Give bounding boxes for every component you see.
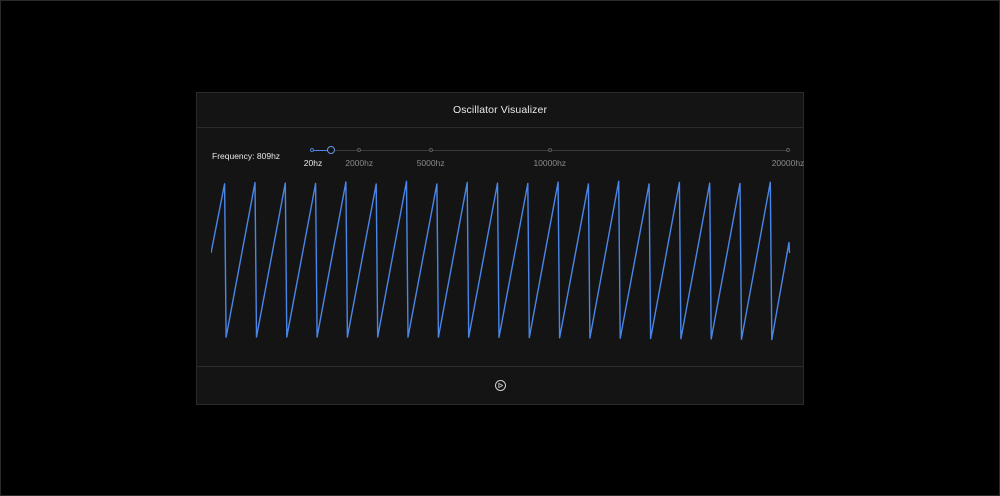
- slider-tick-label: 2000hz: [345, 158, 374, 168]
- waveform-svg: [210, 180, 791, 341]
- play-icon: [497, 383, 503, 388]
- screen: Oscillator Visualizer Frequency: 809hz 2…: [0, 0, 1000, 496]
- slider-tick-label: 5000hz: [416, 158, 445, 168]
- play-button[interactable]: [494, 380, 506, 391]
- oscillator-panel: Oscillator Visualizer Frequency: 809hz 2…: [196, 92, 804, 405]
- waveform-display: [210, 175, 793, 347]
- slider-thumb[interactable]: [326, 146, 335, 154]
- slider-tick-label: 20hz: [303, 158, 323, 168]
- slider-tick-label: 10000hz: [533, 158, 567, 168]
- slider-tick[interactable]: [357, 148, 362, 152]
- panel-footer: [197, 366, 803, 404]
- slider-tick[interactable]: [547, 148, 552, 152]
- waveform-line: [210, 180, 791, 341]
- slider-tick[interactable]: [310, 148, 314, 152]
- slider-tick[interactable]: [786, 148, 790, 152]
- slider-tick-label: 20000hz: [771, 158, 805, 168]
- slider-tick[interactable]: [428, 148, 433, 152]
- frequency-slider[interactable]: 20hz 2000hz 5000hz 10000hz 20000hz: [197, 93, 805, 173]
